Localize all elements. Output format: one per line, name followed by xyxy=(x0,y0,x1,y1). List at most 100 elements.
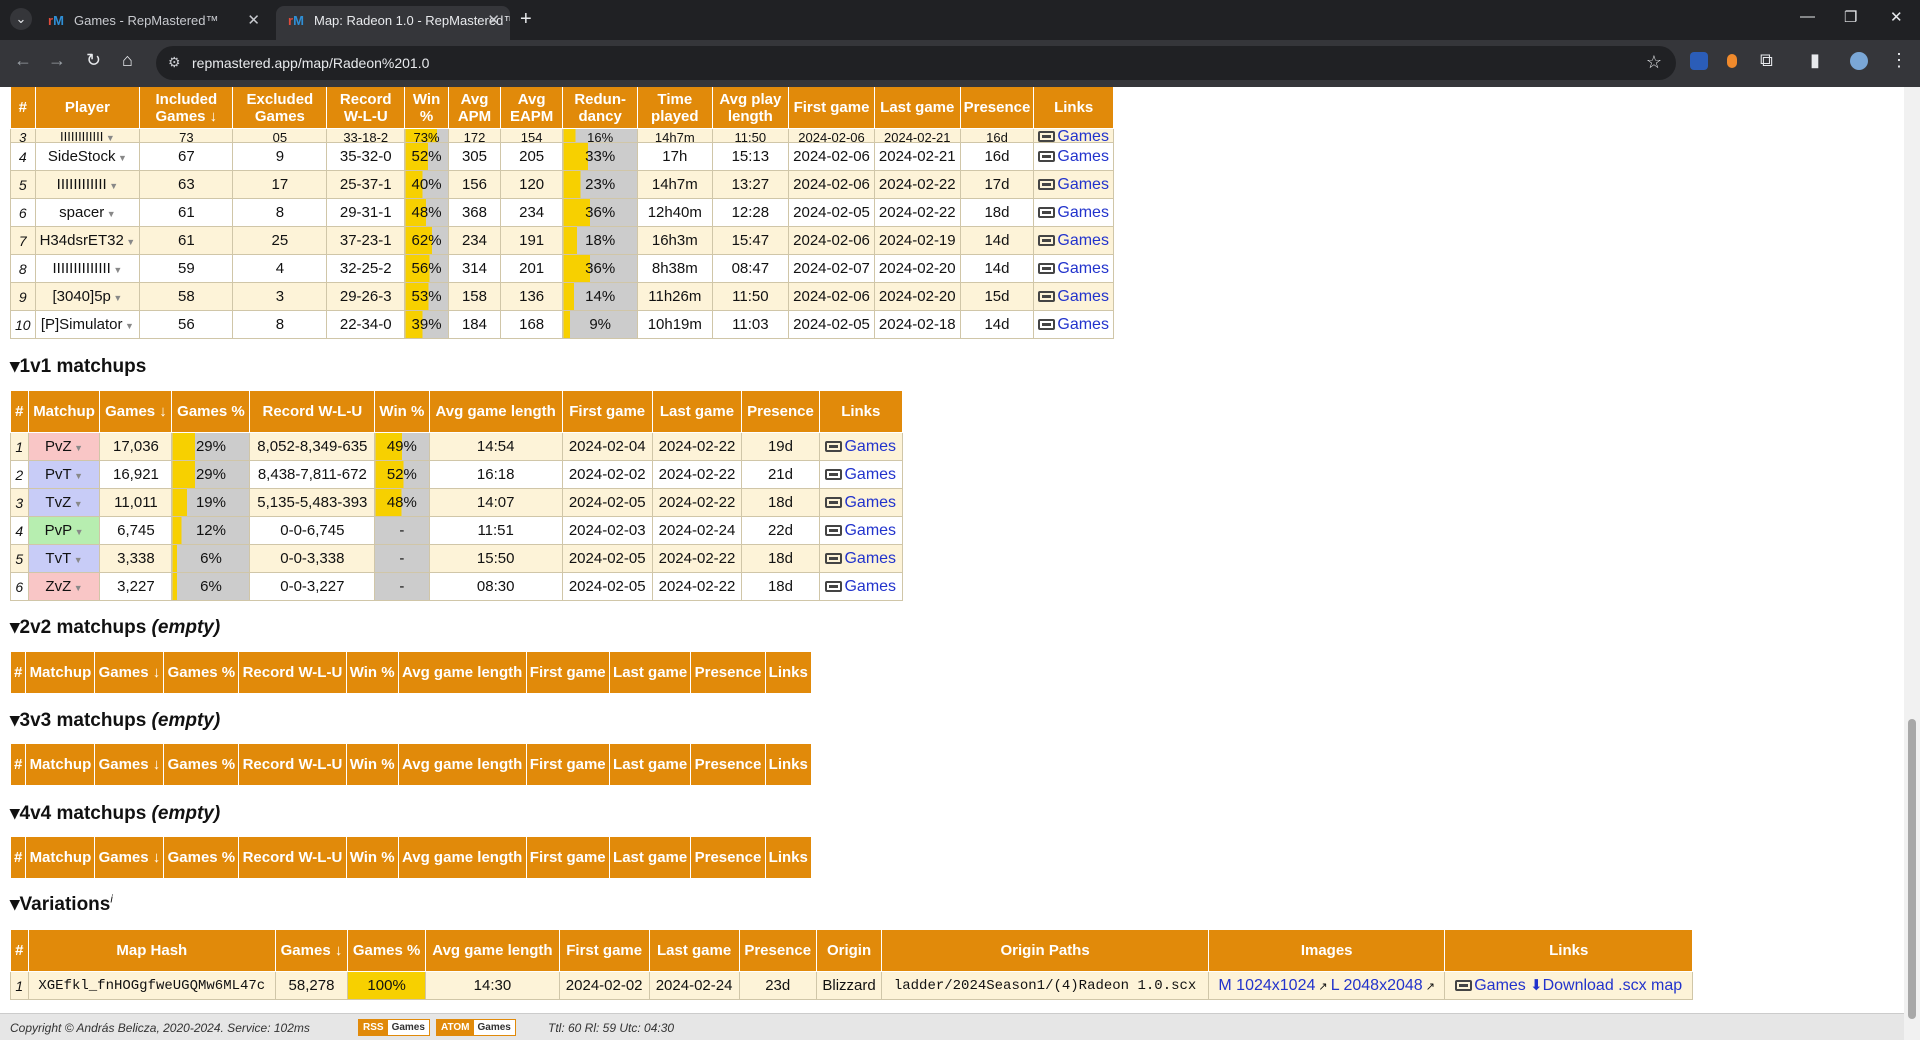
column-header[interactable]: Images xyxy=(1207,929,1446,972)
column-header[interactable]: Win % xyxy=(404,87,449,129)
column-header[interactable]: Presence xyxy=(690,743,766,786)
forward-icon[interactable]: → xyxy=(48,50,66,71)
column-header[interactable]: Games ↓ xyxy=(274,929,349,972)
column-header[interactable]: Links xyxy=(1444,929,1693,972)
scrollbar-thumb[interactable] xyxy=(1908,719,1916,1019)
extensions-puzzle-icon[interactable]: ⧉ xyxy=(1760,50,1773,71)
close-window-icon[interactable]: ✕ xyxy=(1890,8,1903,26)
player-name[interactable]: SideStock ▼ xyxy=(34,142,141,171)
side-panel-icon[interactable]: ▮ xyxy=(1810,50,1820,71)
column-header[interactable]: # xyxy=(10,929,29,972)
column-header[interactable]: Avg EAPM xyxy=(499,87,564,129)
home-icon[interactable]: ⌂ xyxy=(122,50,133,71)
column-header[interactable]: Games % xyxy=(163,651,240,694)
dropdown-triangle-icon[interactable]: ▼ xyxy=(115,153,127,163)
column-header[interactable]: # xyxy=(9,743,27,786)
games-link[interactable]: Games xyxy=(844,550,896,567)
site-info-icon[interactable]: ⚙ xyxy=(168,54,181,71)
dropdown-triangle-icon[interactable]: ▼ xyxy=(123,321,134,331)
column-header[interactable]: Avg game length xyxy=(428,390,563,433)
download-map-link[interactable]: Download .scx map xyxy=(1543,977,1683,994)
matchup-name[interactable]: PvP ▼ xyxy=(27,516,101,545)
player-name[interactable]: IIIIIIIIIIII ▼ xyxy=(34,170,141,199)
games-link[interactable]: Games xyxy=(1057,204,1109,221)
close-tab-icon[interactable]: ✕ xyxy=(247,6,260,36)
games-link[interactable]: Games xyxy=(1057,130,1109,142)
column-header[interactable]: Links xyxy=(818,390,904,433)
column-header[interactable]: Record W-L-U xyxy=(238,836,347,879)
dropdown-triangle-icon[interactable]: ▼ xyxy=(111,265,122,275)
column-header[interactable]: Win % xyxy=(345,836,399,879)
player-name[interactable]: IIIIIIIIIIII ▼ xyxy=(34,128,141,143)
info-icon[interactable]: i xyxy=(110,894,112,906)
dropdown-triangle-icon[interactable]: ▼ xyxy=(71,555,83,565)
column-header[interactable]: Map Hash xyxy=(27,929,276,972)
bookmark-star-icon[interactable]: ☆ xyxy=(1646,52,1662,73)
column-header[interactable]: Player xyxy=(34,87,141,129)
new-tab-icon[interactable]: + xyxy=(520,8,532,31)
column-header[interactable]: Record W-L-U xyxy=(238,651,347,694)
section-3v3-heading[interactable]: ▾3v3 matchups (empty) xyxy=(10,709,220,732)
tab-map-radeon[interactable]: rM Map: Radeon 1.0 - RepMastered™ ✕ xyxy=(276,6,510,40)
column-header[interactable]: Avg game length xyxy=(397,836,527,879)
column-header[interactable]: Games % xyxy=(171,390,251,433)
dropdown-triangle-icon[interactable]: ▼ xyxy=(124,237,135,247)
column-header[interactable]: Games ↓ xyxy=(94,651,165,694)
player-name[interactable]: [P]Simulator ▼ xyxy=(34,310,141,339)
atom-games-badge[interactable]: ATOM Games xyxy=(436,1019,516,1036)
column-header[interactable]: Origin Paths xyxy=(881,929,1209,972)
column-header[interactable]: # xyxy=(9,651,27,694)
games-link[interactable]: Games xyxy=(844,578,896,595)
dropdown-triangle-icon[interactable]: ▼ xyxy=(72,527,84,537)
games-link[interactable]: Games xyxy=(1057,316,1109,333)
column-header[interactable]: Avg game length xyxy=(397,651,527,694)
column-header[interactable]: Included Games ↓ xyxy=(139,87,234,129)
tab-games[interactable]: rM Games - RepMastered™ ✕ xyxy=(36,6,270,40)
column-header[interactable]: # xyxy=(10,87,36,129)
column-header[interactable]: Time played xyxy=(637,87,713,129)
games-link[interactable]: Games xyxy=(1474,977,1526,994)
column-header[interactable]: Avg game length xyxy=(425,929,560,972)
dropdown-triangle-icon[interactable]: ▼ xyxy=(71,583,83,593)
column-header[interactable]: First game xyxy=(525,651,610,694)
rss-games-badge[interactable]: RSS Games xyxy=(358,1019,430,1036)
column-header[interactable]: Presence xyxy=(741,390,820,433)
games-link[interactable]: Games xyxy=(1057,288,1109,305)
url-text[interactable]: repmastered.app/map/Radeon%201.0 xyxy=(192,55,429,71)
games-link[interactable]: Games xyxy=(844,522,896,539)
column-header[interactable]: Record W-L-U xyxy=(326,87,406,129)
dropdown-triangle-icon[interactable]: ▼ xyxy=(71,499,83,509)
restore-icon[interactable]: ❐ xyxy=(1844,8,1857,26)
column-header[interactable]: Games % xyxy=(163,743,240,786)
column-header[interactable]: Win % xyxy=(345,743,399,786)
player-name[interactable]: spacer ▼ xyxy=(34,198,141,227)
column-header[interactable]: Matchup xyxy=(25,836,96,879)
matchup-name[interactable]: TvZ ▼ xyxy=(27,488,101,517)
column-header[interactable]: Avg play length xyxy=(711,87,790,129)
games-link[interactable]: Games xyxy=(1057,260,1109,277)
column-header[interactable]: Win % xyxy=(345,651,399,694)
extension-shield-icon[interactable] xyxy=(1690,52,1708,70)
reload-icon[interactable]: ↻ xyxy=(86,50,101,71)
extension-drop-icon[interactable] xyxy=(1727,54,1737,68)
column-header[interactable]: Origin xyxy=(815,929,883,972)
dropdown-triangle-icon[interactable]: ▼ xyxy=(104,209,116,219)
column-header[interactable]: Games ↓ xyxy=(94,836,165,879)
column-header[interactable]: Excluded Games xyxy=(232,87,328,129)
column-header[interactable]: Redun-dancy xyxy=(562,87,639,129)
column-header[interactable]: Presence xyxy=(738,929,817,972)
tab-search-button[interactable]: ⌄ xyxy=(10,8,32,30)
column-header[interactable]: Last game xyxy=(608,651,692,694)
column-header[interactable]: Last game xyxy=(873,87,961,129)
column-header[interactable]: # xyxy=(9,836,27,879)
games-link[interactable]: Games xyxy=(844,494,896,511)
player-name[interactable]: H34dsrET32 ▼ xyxy=(34,226,141,255)
column-header[interactable]: Matchup xyxy=(25,651,96,694)
column-header[interactable]: Record W-L-U xyxy=(249,390,376,433)
player-name[interactable]: IIIIIIIIIIIIII ▼ xyxy=(34,254,141,283)
column-header[interactable]: Last game xyxy=(608,743,692,786)
column-header[interactable]: Matchup xyxy=(25,743,96,786)
player-name[interactable]: [3040]5p ▼ xyxy=(34,282,141,311)
profile-avatar[interactable] xyxy=(1850,52,1868,70)
column-header[interactable]: First game xyxy=(561,390,653,433)
